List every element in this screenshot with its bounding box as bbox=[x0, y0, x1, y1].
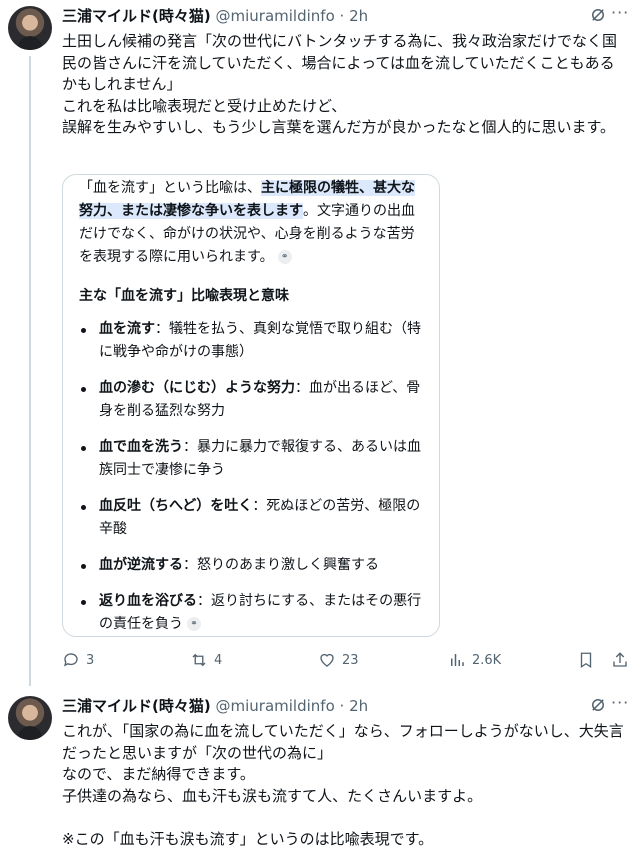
action-bar: 3 4 23 2.6K bbox=[62, 651, 630, 671]
views-icon bbox=[451, 654, 464, 666]
link-icon: ⚭ bbox=[187, 617, 201, 631]
intro-prefix: 「血を流す」という比喩は、 bbox=[79, 180, 261, 196]
avatar[interactable] bbox=[8, 696, 52, 740]
tweet-2[interactable]: 三浦マイルド(時々猫) @miuramildinfo · 2h ··· これが、… bbox=[0, 690, 641, 856]
list-item: 血が逆流する：怒りのあまり激しく興奮する bbox=[79, 554, 424, 577]
item-term: 血反吐（ちへど）を吐く bbox=[99, 498, 253, 514]
item-term: 血が逆流する bbox=[99, 557, 183, 573]
grok-icon[interactable] bbox=[589, 6, 607, 24]
card-intro: 「血を流す」という比喩は、主に極限の犠牲、甚大な努力、または凄惨な争いを表します… bbox=[79, 177, 424, 269]
tweet-1[interactable]: 三浦マイルド(時々猫) @miuramildinfo · 2h ··· 土田しん… bbox=[0, 0, 641, 686]
reply-count: 3 bbox=[86, 652, 95, 668]
author-name[interactable]: 三浦マイルド(時々猫) bbox=[62, 697, 211, 715]
attached-image-card[interactable]: 「血を流す」という比喩は、主に極限の犠牲、甚大な努力、または凄惨な争いを表します… bbox=[62, 174, 440, 637]
reply-button[interactable]: 3 bbox=[62, 651, 94, 669]
repost-icon bbox=[192, 653, 206, 667]
author-handle[interactable]: @miuramildinfo bbox=[216, 7, 335, 25]
avatar[interactable] bbox=[8, 6, 52, 50]
like-count: 23 bbox=[342, 652, 359, 668]
item-desc: ：怒りのあまり激しく興奮する bbox=[183, 557, 379, 573]
tweet-header: 三浦マイルド(時々猫) @miuramildinfo · 2h bbox=[62, 696, 368, 716]
timestamp[interactable]: · 2h bbox=[340, 7, 369, 25]
bookmark-button[interactable] bbox=[577, 651, 595, 669]
author-name[interactable]: 三浦マイルド(時々猫) bbox=[62, 7, 211, 25]
item-term: 血の滲む（にじむ）ような努力 bbox=[99, 380, 295, 396]
list-item: 血で血を洗う：暴力に暴力で報復する、あるいは血族同士で凄惨に争う bbox=[79, 436, 424, 482]
reply-icon bbox=[63, 653, 78, 667]
list-item: 血反吐（ちへど）を吐く：死ぬほどの苦労、極限の辛酸 bbox=[79, 495, 424, 541]
meaning-list: 血を流す：犠牲を払う、真剣な覚悟で取り組む（特に戦争や命がけの事態） 血の滲む（… bbox=[79, 318, 424, 636]
repost-count: 4 bbox=[214, 652, 223, 668]
thread-line bbox=[29, 56, 31, 686]
view-count: 2.6K bbox=[472, 652, 502, 668]
list-item: 血の滲む（にじむ）ような努力：血が出るほど、骨身を削る猛烈な努力 bbox=[79, 377, 424, 423]
more-icon[interactable]: ··· bbox=[611, 5, 631, 26]
card-heading: 主な「血を流す」比喩表現と意味 bbox=[79, 288, 289, 304]
repost-button[interactable]: 4 bbox=[190, 651, 222, 669]
views-button[interactable]: 2.6K bbox=[448, 651, 501, 669]
timestamp[interactable]: · 2h bbox=[340, 697, 369, 715]
author-handle[interactable]: @miuramildinfo bbox=[216, 697, 335, 715]
like-icon bbox=[320, 653, 334, 667]
list-item: 血を流す：犠牲を払う、真剣な覚悟で取り組む（特に戦争や命がけの事態） bbox=[79, 318, 424, 364]
tweet-text: これが、「国家の為に血を流していただく」なら、フォローしようがないし、大失言だっ… bbox=[62, 722, 624, 848]
like-button[interactable]: 23 bbox=[318, 651, 359, 669]
link-icon: ⚭ bbox=[277, 250, 292, 264]
item-term: 返り血を浴びる bbox=[99, 593, 197, 609]
grok-icon[interactable] bbox=[589, 696, 607, 714]
list-item: 返り血を浴びる：返り討ちにする、またはその悪行の責任を負う ⚭ bbox=[79, 590, 424, 636]
tweet-header: 三浦マイルド(時々猫) @miuramildinfo · 2h bbox=[62, 6, 368, 26]
item-term: 血を流す bbox=[99, 321, 155, 337]
share-icon bbox=[613, 652, 627, 667]
more-icon[interactable]: ··· bbox=[611, 695, 631, 716]
bookmark-icon bbox=[580, 652, 592, 669]
card-content: 「血を流す」という比喩は、主に極限の犠牲、甚大な努力、または凄惨な争いを表します… bbox=[79, 177, 424, 636]
share-button[interactable] bbox=[611, 651, 629, 669]
tweet-text: 土田しん候補の発言「次の世代にバトンタッチする為に、我々政治家だけでなく国民の皆… bbox=[62, 32, 618, 136]
item-term: 血で血を洗う bbox=[99, 439, 183, 455]
